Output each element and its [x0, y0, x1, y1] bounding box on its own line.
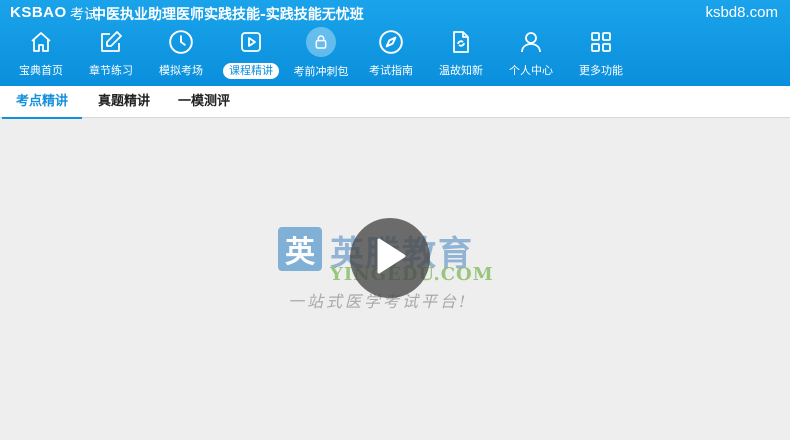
tab-key-points[interactable]: 考点精讲: [2, 86, 83, 119]
tab-mock-assessment[interactable]: 一模测评: [164, 86, 244, 118]
nav-label: 个人中心: [509, 64, 553, 77]
nav-label: 考试指南: [369, 64, 413, 77]
app-header: KSBAO 考试 中医执业助理医师实践技能-实践技能无忧班 ksbd8.com …: [0, 0, 790, 86]
edit-icon: [97, 28, 125, 56]
nav-item-more[interactable]: 更多功能: [566, 26, 636, 84]
play-button[interactable]: [350, 218, 430, 298]
brand-logo: KSBAO: [10, 4, 67, 21]
nav-label: 宝典首页: [19, 64, 63, 77]
content-tabs: 考点精讲 真题精讲 一模测评: [0, 86, 790, 119]
user-icon: [517, 28, 545, 56]
nav-label: 课程精讲: [223, 63, 279, 79]
video-play-icon: [237, 28, 265, 56]
nav-item-sprint-pack[interactable]: 考前冲刺包: [286, 26, 356, 84]
nav-item-exam-guide[interactable]: 考试指南: [356, 26, 426, 84]
play-icon: [373, 237, 407, 279]
nav-item-mock-exam[interactable]: 模拟考场: [146, 26, 216, 84]
clock-icon: [167, 28, 195, 56]
main-nav: 宝典首页 章节练习 模拟考场 课程精讲 考前冲刺包 考试指南 温故知新 个人中心…: [6, 26, 636, 84]
nav-label: 更多功能: [579, 64, 623, 77]
watermark-logo-icon: 英: [278, 227, 322, 271]
nav-label: 温故知新: [439, 64, 483, 77]
tab-past-papers[interactable]: 真题精讲: [84, 86, 164, 118]
course-title: 中医执业助理医师实践技能-实践技能无忧班: [92, 7, 364, 23]
site-url[interactable]: ksbd8.com: [705, 4, 778, 21]
nav-label: 考前冲刺包: [293, 65, 349, 78]
nav-item-chapter-practice[interactable]: 章节练习: [76, 26, 146, 84]
home-icon: [27, 28, 55, 56]
lock-icon: [306, 27, 336, 57]
nav-label: 章节练习: [89, 64, 133, 77]
nav-item-home[interactable]: 宝典首页: [6, 26, 76, 84]
nav-item-review[interactable]: 温故知新: [426, 26, 496, 84]
compass-icon: [377, 28, 405, 56]
refresh-doc-icon: [447, 28, 475, 56]
grid-icon: [587, 28, 615, 56]
nav-item-personal-center[interactable]: 个人中心: [496, 26, 566, 84]
title-bar: KSBAO 考试 中医执业助理医师实践技能-实践技能无忧班 ksbd8.com: [0, 0, 790, 26]
nav-item-course-lectures[interactable]: 课程精讲: [216, 26, 286, 84]
nav-label: 模拟考场: [159, 64, 203, 77]
